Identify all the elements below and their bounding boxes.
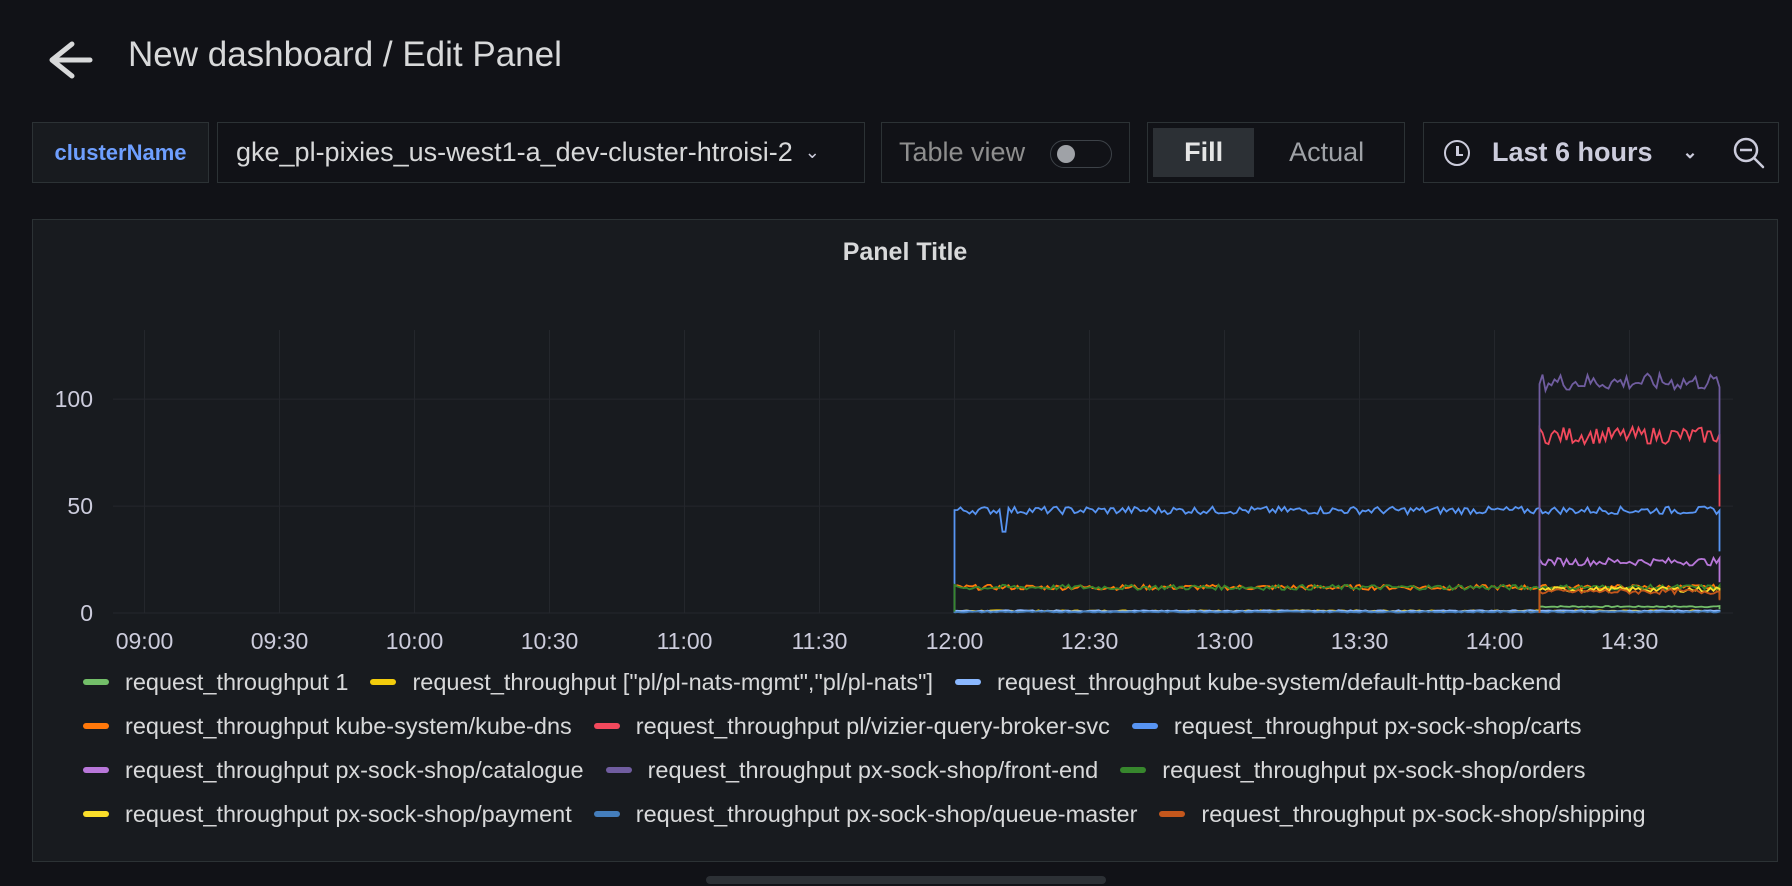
variable-select[interactable]: gke_pl-pixies_us-west1-a_dev-cluster-htr… xyxy=(217,122,865,183)
x-tick-label: 10:30 xyxy=(521,628,579,654)
legend-swatch xyxy=(1131,723,1158,729)
legend-label: request_throughput px-sock-shop/shipping xyxy=(1201,800,1646,827)
legend-item[interactable]: request_throughput kube-system/default-h… xyxy=(955,669,1561,696)
fill-button[interactable]: Fill xyxy=(1153,128,1255,177)
page-title: New dashboard / Edit Panel xyxy=(128,35,562,74)
legend-item[interactable]: request_throughput px-sock-shop/orders xyxy=(1120,756,1586,784)
legend-item[interactable]: request_throughput ["pl/pl-nats-mgmt","p… xyxy=(370,669,933,696)
table-view-toggle[interactable] xyxy=(1050,140,1112,168)
variable-value: gke_pl-pixies_us-west1-a_dev-cluster-htr… xyxy=(236,137,793,167)
legend-item[interactable]: request_throughput px-sock-shop/carts xyxy=(1131,712,1582,740)
time-series-chart: 09:00 09:30 10:00 10:30 11:00 11:30 12:00 12:30… xyxy=(55,330,1733,654)
x-tick-label: 09:00 xyxy=(116,628,174,654)
legend-swatch xyxy=(605,767,632,773)
legend-label: request_throughput ["pl/pl-nats-mgmt","p… xyxy=(412,668,934,695)
y-tick-label: 0 xyxy=(80,600,93,626)
legend-item[interactable]: request_throughput px-sock-shop/payment xyxy=(83,801,572,828)
variable-label: clusterName xyxy=(32,122,209,183)
page-header: New dashboard / Edit Panel xyxy=(0,0,1792,110)
fill-actual-toggle: Fill Actual xyxy=(1147,122,1405,183)
legend-item[interactable]: request_throughput px-sock-shop/queue-ma… xyxy=(593,800,1138,828)
legend-swatch xyxy=(955,679,982,685)
panel: Panel Title 09:00 09:30 10:00 10:30 11:00 11:… xyxy=(32,219,1778,862)
series-line-3 xyxy=(953,583,1721,613)
toggle-knob xyxy=(1057,145,1075,163)
x-tick-label: 13:00 xyxy=(1196,628,1254,654)
legend-item[interactable]: request_throughput kube-system/kube-dns xyxy=(83,713,572,740)
legend-label: request_throughput px-sock-shop/queue-ma… xyxy=(635,800,1138,827)
time-range-picker[interactable]: Last 6 hours ⌄ xyxy=(1423,122,1720,183)
legend-label: request_throughput kube-system/kube-dns xyxy=(125,712,572,739)
legend-label: request_throughput 1 xyxy=(125,668,349,695)
arrow-left-icon xyxy=(49,41,93,79)
back-button[interactable] xyxy=(40,36,96,84)
x-tick-label: 13:30 xyxy=(1331,628,1389,654)
y-tick-label: 100 xyxy=(55,386,93,412)
legend-swatch xyxy=(593,723,620,729)
x-tick-label: 10:00 xyxy=(386,628,444,654)
x-tick-label: 09:30 xyxy=(251,628,309,654)
table-view-label: Table view xyxy=(899,137,1026,167)
chevron-down-icon: ⌄ xyxy=(1682,142,1698,162)
legend-row: request_throughput kube-system/kube-dns r… xyxy=(83,706,1603,746)
legend-row: request_throughput px-sock-shop/payment r… xyxy=(83,794,1668,834)
legend-label: request_throughput kube-system/default-h… xyxy=(997,668,1562,695)
x-tick-label: 11:30 xyxy=(792,628,848,654)
legend-label: request_throughput px-sock-shop/front-en… xyxy=(647,756,1099,783)
legend-label: request_throughput px-sock-shop/payment xyxy=(125,800,572,827)
legend-swatch xyxy=(83,679,109,685)
legend-item[interactable]: request_throughput px-sock-shop/catalogu… xyxy=(83,757,584,784)
y-tick-label: 50 xyxy=(67,493,93,519)
actual-button[interactable]: Actual xyxy=(1254,128,1399,177)
zoom-out-button[interactable] xyxy=(1719,122,1779,183)
series-line-8 xyxy=(953,582,1721,613)
legend-swatch xyxy=(593,811,620,817)
legend-swatch xyxy=(83,811,109,817)
clock-icon xyxy=(1444,139,1470,166)
legend-label: request_throughput px-sock-shop/carts xyxy=(1173,712,1582,739)
time-range-label: Last 6 hours xyxy=(1492,137,1653,167)
legend-label: request_throughput px-sock-shop/orders xyxy=(1162,756,1586,783)
chevron-down-icon: ⌄ xyxy=(804,142,820,162)
zoom-out-icon xyxy=(1733,137,1764,168)
legend-swatch xyxy=(83,723,109,729)
legend-row: request_throughput 1 request_throughput [… xyxy=(83,662,1583,702)
legend-swatch xyxy=(83,767,109,773)
x-tick-label: 14:30 xyxy=(1601,628,1659,654)
scrollbar[interactable] xyxy=(706,876,1106,884)
legend-item[interactable]: request_throughput 1 xyxy=(83,669,348,696)
legend-row: request_throughput px-sock-shop/catalogu… xyxy=(83,750,1608,790)
table-view-control: Table view xyxy=(881,122,1130,183)
x-tick-label: 11:00 xyxy=(657,628,713,654)
legend-swatch xyxy=(1159,811,1186,817)
x-tick-label: 14:00 xyxy=(1466,628,1524,654)
legend-label: request_throughput pl/vizier-query-broke… xyxy=(635,712,1110,739)
series-line-5 xyxy=(953,504,1721,613)
legend-item[interactable]: request_throughput pl/vizier-query-broke… xyxy=(593,712,1110,740)
legend-item[interactable]: request_throughput px-sock-shop/front-en… xyxy=(605,756,1099,784)
legend-swatch xyxy=(1120,767,1147,773)
x-tick-label: 12:30 xyxy=(1061,628,1119,654)
legend-swatch xyxy=(370,679,397,685)
x-tick-label: 12:00 xyxy=(926,628,984,654)
legend-label: request_throughput px-sock-shop/catalogu… xyxy=(125,756,584,783)
legend-item[interactable]: request_throughput px-sock-shop/shipping xyxy=(1159,800,1646,828)
